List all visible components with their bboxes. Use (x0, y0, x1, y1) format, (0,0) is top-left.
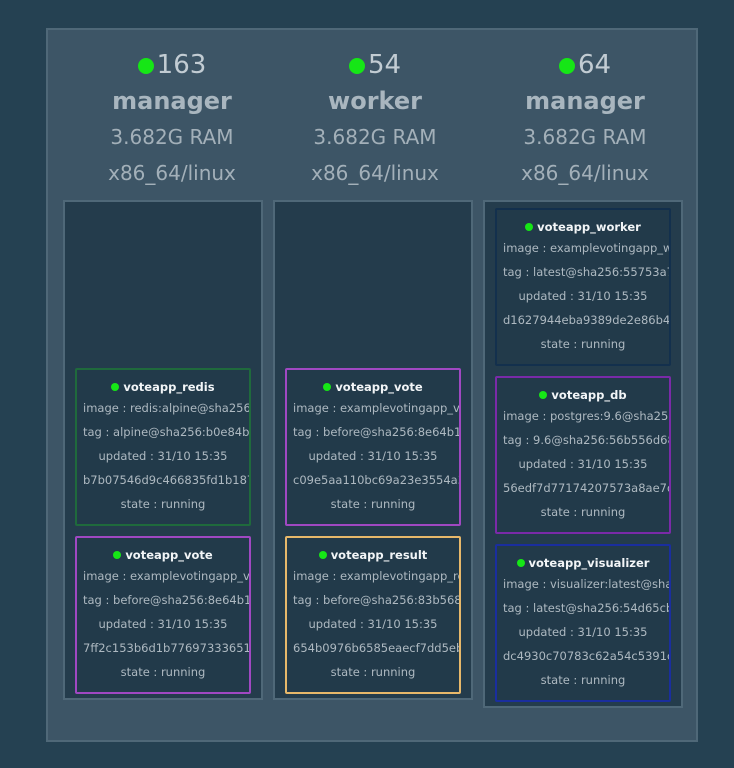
task-updated: updated : 31/10 15:35 (98, 449, 228, 463)
node-task-list: voteapp_worker image : examplevotingapp_… (483, 200, 683, 708)
swarm-cluster-panel: 163 manager 3.682G RAM x86_64/linux vote… (46, 28, 698, 742)
task-card[interactable]: voteapp_vote image : examplevotingapp_vo… (75, 536, 251, 694)
node-count: 54 (260, 48, 490, 82)
node-count-value: 163 (156, 50, 207, 80)
task-name: voteapp_vote (125, 548, 213, 562)
task-state: state : running (330, 665, 416, 679)
task-state: state : running (540, 337, 626, 351)
task-state: state : running (540, 673, 626, 687)
task-status-dot-icon (318, 551, 327, 559)
task-updated: updated : 31/10 15:35 (518, 457, 648, 471)
node-role: worker (328, 87, 422, 115)
task-status-dot-icon (525, 223, 534, 231)
task-name: voteapp_vote (335, 380, 423, 394)
task-id: d1627944eba9389de2e86b4f1 (503, 313, 669, 327)
task-image: image : redis:alpine@sha256:b (83, 401, 249, 415)
task-title: voteapp_vote (287, 378, 459, 396)
task-name: voteapp_visualizer (528, 556, 650, 570)
task-updated: updated : 31/10 15:35 (98, 617, 228, 631)
task-title: voteapp_worker (497, 218, 669, 236)
task-image: image : examplevotingapp_wo (503, 241, 669, 255)
task-card[interactable]: voteapp_redis image : redis:alpine@sha25… (75, 368, 251, 526)
task-card[interactable]: voteapp_visualizer image : visualizer:la… (495, 544, 671, 702)
task-title: voteapp_vote (77, 546, 249, 564)
task-state: state : running (540, 505, 626, 519)
task-state: state : running (120, 497, 206, 511)
task-tag: tag : 9.6@sha256:56b556d681 (503, 433, 669, 447)
task-id: 56edf7d77174207573a8ae7d8 (503, 481, 669, 495)
node-count-value: 54 (367, 50, 402, 80)
node-role: manager (525, 87, 645, 115)
node-ram: 3.682G RAM (523, 125, 647, 149)
task-card[interactable]: voteapp_db image : postgres:9.6@sha256:5… (495, 376, 671, 534)
task-tag: tag : before@sha256:8e64b18 (83, 593, 249, 607)
task-status-dot-icon (323, 383, 332, 391)
node-ram: 3.682G RAM (110, 125, 234, 149)
task-updated: updated : 31/10 15:35 (308, 449, 438, 463)
task-tag: tag : latest@sha256:55753a7b7 (503, 265, 669, 279)
node-count: 64 (470, 48, 700, 82)
task-tag: tag : before@sha256:8e64b18 (293, 425, 459, 439)
node-os: x86_64/linux (521, 161, 649, 185)
task-state: state : running (330, 497, 416, 511)
node-count-value: 64 (577, 50, 612, 80)
task-updated: updated : 31/10 15:35 (308, 617, 438, 631)
task-status-dot-icon (113, 551, 122, 559)
task-tag: tag : latest@sha256:54d65cbcb (503, 601, 669, 615)
task-card[interactable]: voteapp_result image : examplevotingapp_… (285, 536, 461, 694)
task-state: state : running (120, 665, 206, 679)
node-task-list: voteapp_redis image : redis:alpine@sha25… (63, 200, 263, 700)
task-image: image : postgres:9.6@sha256:5 (503, 409, 669, 423)
task-tag: tag : alpine@sha256:b0e84b6b (83, 425, 249, 439)
task-status-dot-icon (539, 391, 548, 399)
task-card[interactable]: voteapp_vote image : examplevotingapp_vo… (285, 368, 461, 526)
task-card[interactable]: voteapp_worker image : examplevotingapp_… (495, 208, 671, 366)
task-title: voteapp_visualizer (497, 554, 669, 572)
node-status-dot-icon (348, 58, 365, 74)
node-column: 54 worker 3.682G RAM x86_64/linux (260, 30, 490, 190)
task-title: voteapp_redis (77, 378, 249, 396)
node-status-dot-icon (558, 58, 575, 74)
node-column: 163 manager 3.682G RAM x86_64/linux (57, 30, 287, 190)
task-image: image : examplevotingapp_vot (293, 401, 459, 415)
task-name: voteapp_worker (537, 220, 641, 234)
task-id: 654b0976b6585eaecf7dd5eb9 (293, 641, 459, 655)
task-image: image : visualizer:latest@sha25 (503, 577, 669, 591)
node-column: 64 manager 3.682G RAM x86_64/linux (470, 30, 700, 190)
task-status-dot-icon (516, 559, 525, 567)
node-ram: 3.682G RAM (313, 125, 437, 149)
task-title: voteapp_result (287, 546, 459, 564)
task-title: voteapp_db (497, 386, 669, 404)
task-tag: tag : before@sha256:83b5689 (293, 593, 459, 607)
task-id: b7b07546d9c466835fd1b1874 (83, 473, 249, 487)
node-role: manager (112, 87, 232, 115)
task-id: c09e5aa110bc69a23e3554a32 (293, 473, 459, 487)
task-updated: updated : 31/10 15:35 (518, 625, 648, 639)
task-name: voteapp_redis (123, 380, 215, 394)
node-status-dot-icon (137, 58, 154, 74)
node-task-list: voteapp_vote image : examplevotingapp_vo… (273, 200, 473, 700)
node-count: 163 (57, 48, 287, 82)
task-id: 7ff2c153b6d1b776973336516 (83, 641, 249, 655)
task-name: voteapp_db (551, 388, 627, 402)
task-image: image : examplevotingapp_res (293, 569, 459, 583)
task-name: voteapp_result (330, 548, 428, 562)
node-os: x86_64/linux (108, 161, 236, 185)
task-status-dot-icon (111, 383, 120, 391)
task-updated: updated : 31/10 15:35 (518, 289, 648, 303)
task-image: image : examplevotingapp_vot (83, 569, 249, 583)
task-id: dc4930c70783c62a54c5391cda (503, 649, 669, 663)
node-os: x86_64/linux (311, 161, 439, 185)
